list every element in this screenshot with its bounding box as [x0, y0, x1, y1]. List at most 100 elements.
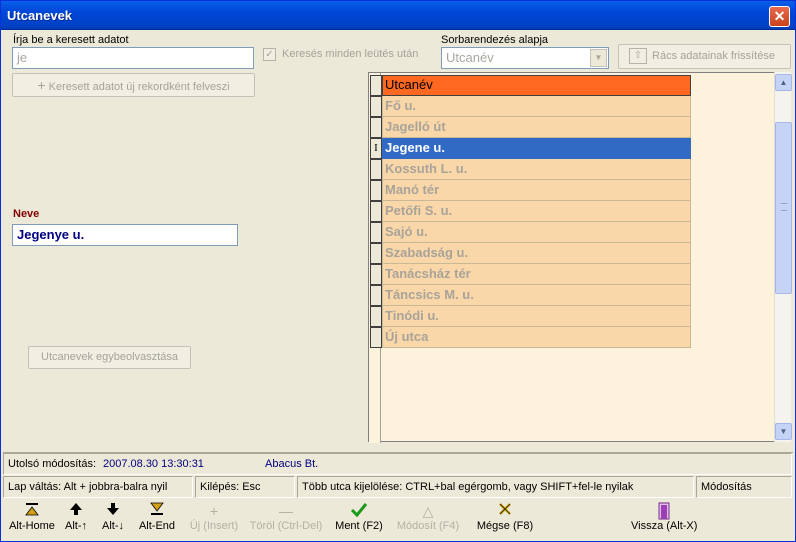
close-button[interactable]: ✕: [769, 6, 790, 27]
title-bar: Utcanevek ✕: [1, 1, 795, 30]
row-indicator[interactable]: [370, 159, 382, 180]
row-indicator[interactable]: [370, 201, 382, 222]
last-record-button[interactable]: Alt-End: [136, 502, 178, 540]
cancel-button[interactable]: Mégse (F8): [475, 502, 535, 540]
search-input[interactable]: je: [12, 47, 254, 69]
insert-button[interactable]: + Új (Insert): [187, 502, 241, 540]
name-input[interactable]: Jegenye u.: [12, 224, 238, 246]
checkmark-icon: [334, 502, 384, 520]
delete-label: Töröl (Ctrl-Del): [249, 520, 323, 532]
chevron-down-icon[interactable]: ▼: [590, 49, 607, 67]
plus-icon: +: [209, 503, 219, 519]
table-row[interactable]: Új utca: [369, 327, 691, 348]
table-row[interactable]: Jagelló út: [369, 117, 691, 138]
sort-select-value: Utcanév: [446, 50, 494, 65]
down-arrow-icon: [98, 502, 128, 520]
cancel-label: Mégse (F8): [476, 520, 534, 532]
sort-select[interactable]: Utcanév ▼: [441, 47, 609, 69]
table-row[interactable]: Tanácsház tér: [369, 264, 691, 285]
grid-header[interactable]: Utcanév: [369, 75, 691, 96]
first-record-icon: [7, 502, 57, 520]
text-cursor-icon[interactable]: I: [370, 138, 382, 159]
vertical-scrollbar[interactable]: ▲ ▼: [774, 72, 792, 442]
table-cell[interactable]: Jegene u.: [382, 138, 691, 159]
refresh-icon: ⇧: [629, 48, 647, 64]
streets-grid[interactable]: Utcanév Fő u. Jagelló út I Jegene u. Koss…: [368, 72, 774, 443]
row-indicator[interactable]: [370, 264, 382, 285]
back-button[interactable]: Vissza (Alt-X): [631, 502, 697, 540]
window-title: Utcanevek: [7, 8, 73, 23]
table-row[interactable]: Petőfi S. u.: [369, 201, 691, 222]
company-name: Abacus Bt.: [265, 458, 319, 470]
last-record-label: Alt-End: [138, 520, 176, 532]
add-new-record-label: Keresett adatot új rekordként felveszi: [48, 81, 230, 93]
table-cell[interactable]: Új utca: [382, 327, 691, 348]
table-cell[interactable]: Fő u.: [382, 96, 691, 117]
table-row[interactable]: Fő u.: [369, 96, 691, 117]
row-indicator[interactable]: [370, 327, 382, 348]
search-each-key-label: Keresés minden leütés után: [282, 48, 419, 60]
hint-multi-select: Több utca kijelölése: CTRL+bal egérgomb,…: [297, 476, 694, 498]
table-row[interactable]: Kossuth L. u.: [369, 159, 691, 180]
last-modified-value: 2007.08.30 13:30:31: [103, 458, 204, 470]
next-record-button[interactable]: Alt-↓: [98, 502, 128, 540]
hint-page-switch: Lap váltás: Alt + jobbra-balra nyil: [3, 476, 193, 498]
modify-button[interactable]: △ Módosít (F4): [395, 502, 461, 540]
table-cell[interactable]: Táncsics M. u.: [382, 285, 691, 306]
sort-label: Sorbarendezés alapja: [441, 34, 549, 46]
table-row[interactable]: Szabadság u.: [369, 243, 691, 264]
search-label: Írja be a keresett adatot: [13, 34, 129, 46]
table-cell[interactable]: Jagelló út: [382, 117, 691, 138]
add-new-record-button[interactable]: + Keresett adatot új rekordként felveszi: [12, 73, 255, 97]
exit-door-icon: [631, 502, 697, 520]
row-indicator[interactable]: [370, 306, 382, 327]
table-row[interactable]: Táncsics M. u.: [369, 285, 691, 306]
table-cell[interactable]: Tanácsház tér: [382, 264, 691, 285]
delete-button[interactable]: — Töröl (Ctrl-Del): [249, 502, 323, 540]
modify-label: Módosít (F4): [396, 520, 460, 532]
insert-label: Új (Insert): [189, 520, 239, 532]
triangle-up-icon: △: [422, 503, 434, 519]
table-cell[interactable]: Kossuth L. u.: [382, 159, 691, 180]
refresh-grid-button[interactable]: ⇧ Rács adatainak frissítése: [618, 44, 791, 69]
table-row-selected[interactable]: I Jegene u.: [369, 138, 691, 159]
table-row[interactable]: Sajó u.: [369, 222, 691, 243]
table-cell[interactable]: Sajó u.: [382, 222, 691, 243]
hint-exit: Kilépés: Esc: [195, 476, 295, 498]
last-modified-label: Utolsó módosítás:: [8, 458, 97, 470]
table-cell[interactable]: Petőfi S. u.: [382, 201, 691, 222]
minus-icon: —: [279, 503, 293, 519]
scroll-up-button[interactable]: ▲: [775, 74, 792, 91]
row-indicator[interactable]: [370, 222, 382, 243]
up-arrow-icon: [61, 502, 91, 520]
grip-icon: [781, 203, 787, 211]
row-indicator[interactable]: [370, 96, 382, 117]
grid-header-street-name[interactable]: Utcanév: [382, 75, 691, 96]
table-cell[interactable]: Manó tér: [382, 180, 691, 201]
merge-streets-button[interactable]: Utcanevek egybeolvasztása: [28, 346, 191, 369]
row-indicator[interactable]: [370, 285, 382, 306]
search-each-key-checkbox[interactable]: ✓: [263, 48, 276, 61]
last-modified-bar: Utolsó módosítás: 2007.08.30 13:30:31 Ab…: [3, 453, 792, 475]
row-indicator[interactable]: [370, 180, 382, 201]
row-indicator[interactable]: [370, 117, 382, 138]
table-cell[interactable]: Tinódi u.: [382, 306, 691, 327]
application-window: Utcanevek ✕ Írja be a keresett adatot je…: [0, 0, 796, 542]
close-icon: ✕: [773, 8, 786, 24]
row-indicator[interactable]: [370, 243, 382, 264]
x-icon: [475, 502, 535, 520]
scroll-thumb[interactable]: [775, 122, 792, 294]
scroll-down-button[interactable]: ▼: [775, 423, 792, 440]
table-row[interactable]: Manó tér: [369, 180, 691, 201]
table-row[interactable]: Tinódi u.: [369, 306, 691, 327]
table-cell[interactable]: Szabadság u.: [382, 243, 691, 264]
back-label: Vissza (Alt-X): [631, 520, 698, 532]
next-record-label: Alt-↓: [102, 520, 124, 532]
save-button[interactable]: Ment (F2): [334, 502, 384, 540]
previous-record-button[interactable]: Alt-↑: [61, 502, 91, 540]
previous-record-label: Alt-↑: [65, 520, 87, 532]
name-label: Neve: [13, 208, 40, 220]
mode-indicator: Módosítás: [696, 476, 792, 498]
plus-icon: +: [37, 77, 46, 93]
first-record-button[interactable]: Alt-Home: [7, 502, 57, 540]
